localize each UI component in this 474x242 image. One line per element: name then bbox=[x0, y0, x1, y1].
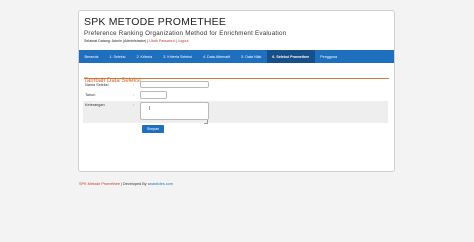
field-separator: : bbox=[133, 93, 135, 97]
field-separator: : bbox=[133, 103, 135, 107]
welcome-separator: | bbox=[175, 39, 177, 43]
nav-item-seleksi[interactable]: 1. Seleksi bbox=[104, 50, 131, 63]
resize-handle-icon[interactable] bbox=[204, 120, 208, 124]
form-row-keterangan: Keterangan : I bbox=[83, 101, 388, 125]
keterangan-textarea-wrap: I bbox=[140, 101, 209, 125]
tahun-input[interactable] bbox=[140, 91, 167, 99]
field-separator: : bbox=[133, 83, 135, 87]
form-row-tahun: Tahun : bbox=[83, 91, 388, 101]
nama-seleksi-input[interactable] bbox=[140, 81, 209, 88]
footer-site-link[interactable]: anasticles.com bbox=[148, 182, 173, 186]
nav-item-data-alternatif[interactable]: 4. Data Alternatif bbox=[197, 50, 235, 63]
logout-link[interactable]: Logout bbox=[178, 39, 189, 43]
nav-item-kriteria-seleksi[interactable]: 3. Kriteria Seleksi bbox=[158, 50, 198, 63]
welcome-bar: Selamat Datang: Admin (Administrator) | … bbox=[84, 39, 189, 43]
main-nav: Beranda 1. Seleksi 2. Kriteria 3. Kriter… bbox=[79, 50, 394, 63]
page-title: SPK METODE PROMETHEE bbox=[84, 16, 227, 28]
nav-item-beranda[interactable]: Beranda bbox=[79, 50, 104, 63]
tahun-label: Tahun bbox=[85, 93, 96, 97]
footer-app-name: SPK Metode Promethee bbox=[79, 182, 120, 186]
nav-item-pengguna[interactable]: Pengguna bbox=[315, 50, 343, 63]
page-header: SPK METODE PROMETHEE Preference Ranking … bbox=[84, 16, 389, 38]
save-button[interactable]: Simpan bbox=[142, 125, 164, 133]
welcome-text: Selamat Datang: Admin (Administrator) | bbox=[84, 39, 149, 43]
nav-item-data-nilai[interactable]: 5. Data Nilai bbox=[236, 50, 267, 63]
nama-seleksi-label: Nama Seleksi bbox=[85, 83, 109, 87]
section-header: Tambah Data Seleksi bbox=[84, 69, 389, 84]
change-password-link[interactable]: Ubah Password bbox=[149, 39, 174, 43]
footer: SPK Metode Promethee | Developed By anas… bbox=[79, 182, 173, 186]
text-cursor-icon: I bbox=[149, 106, 151, 112]
form-row-nama-seleksi: Nama Seleksi : bbox=[83, 81, 388, 90]
footer-separator: | Developed By bbox=[119, 182, 148, 186]
keterangan-label: Keterangan bbox=[85, 103, 105, 107]
nav-item-kriteria[interactable]: 2. Kriteria bbox=[131, 50, 158, 63]
page-subtitle: Preference Ranking Organization Method f… bbox=[84, 30, 287, 37]
nav-item-seleksi-promethee[interactable]: 6. Seleksi Promethee bbox=[266, 50, 315, 63]
